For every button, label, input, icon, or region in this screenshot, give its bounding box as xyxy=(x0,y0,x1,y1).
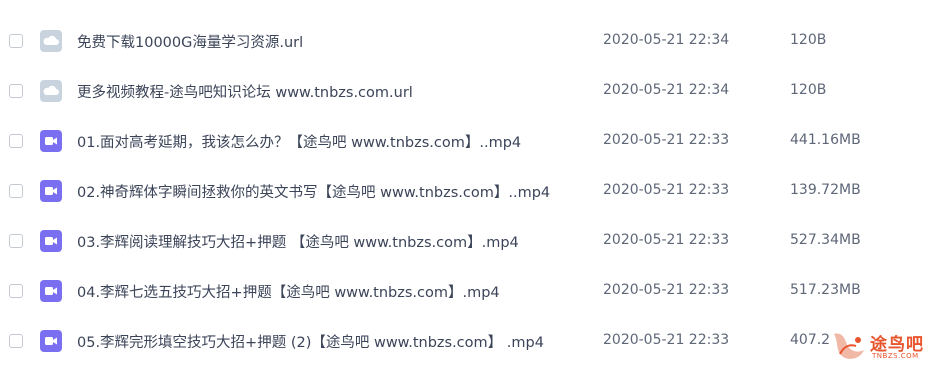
row-checkbox[interactable] xyxy=(9,134,23,148)
file-name[interactable]: 04.李辉七选五技巧大招+押题【途鸟吧 www.tnbzs.com】.mp4 xyxy=(77,281,500,302)
file-date: 2020-05-21 22:34 xyxy=(603,82,730,98)
row-checkbox[interactable] xyxy=(9,34,23,48)
file-size: 527.34MB xyxy=(790,232,861,248)
file-size: 441.16MB xyxy=(790,132,861,148)
list-item[interactable]: 01.面对高考延期，我该怎么办？【途鸟吧 www.tnbzs.com】..mp4… xyxy=(0,116,934,166)
row-checkbox[interactable] xyxy=(9,334,23,348)
file-name[interactable]: 05.李辉完形填空技巧大招+押题 (2)【途鸟吧 www.tnbzs.com】 … xyxy=(77,331,544,352)
row-checkbox[interactable] xyxy=(9,234,23,248)
watermark-subtext: TNBZS.COM xyxy=(872,352,919,360)
file-date: 2020-05-21 22:33 xyxy=(603,282,730,298)
list-item[interactable]: 04.李辉七选五技巧大招+押题【途鸟吧 www.tnbzs.com】.mp4 2… xyxy=(0,266,934,316)
file-name[interactable]: 03.李辉阅读理解技巧大招+押题 【途鸟吧 www.tnbzs.com】.mp4 xyxy=(77,231,519,252)
file-name[interactable]: 01.面对高考延期，我该怎么办？【途鸟吧 www.tnbzs.com】..mp4 xyxy=(77,131,521,152)
video-file-icon xyxy=(40,280,62,302)
file-size: 120B xyxy=(790,82,827,98)
list-item[interactable]: 免费下载10000G海量学习资源.url 2020-05-21 22:34 12… xyxy=(0,16,934,66)
row-checkbox[interactable] xyxy=(9,184,23,198)
cloud-file-icon xyxy=(40,30,62,52)
file-date: 2020-05-21 22:33 xyxy=(603,182,730,198)
video-file-icon xyxy=(40,230,62,252)
file-size: 407.2 xyxy=(790,332,831,348)
file-date: 2020-05-21 22:34 xyxy=(603,32,730,48)
video-file-icon xyxy=(40,330,62,352)
list-item[interactable]: 更多视频教程-途鸟吧知识论坛 www.tnbzs.com.url 2020-05… xyxy=(0,66,934,116)
video-file-icon xyxy=(40,130,62,152)
row-checkbox[interactable] xyxy=(9,84,23,98)
list-item[interactable]: 02.神奇辉体字瞬间拯救你的英文书写【途鸟吧 www.tnbzs.com】..m… xyxy=(0,166,934,216)
watermark-logo: 途鸟吧 TNBZS.COM xyxy=(830,328,930,368)
file-name[interactable]: 更多视频教程-途鸟吧知识论坛 www.tnbzs.com.url xyxy=(77,81,413,102)
file-size: 139.72MB xyxy=(790,182,861,198)
bird-logo-icon xyxy=(834,333,864,359)
video-file-icon xyxy=(40,180,62,202)
list-item[interactable]: 05.李辉完形填空技巧大招+押题 (2)【途鸟吧 www.tnbzs.com】 … xyxy=(0,316,934,366)
file-date: 2020-05-21 22:33 xyxy=(603,232,730,248)
file-date: 2020-05-21 22:33 xyxy=(603,332,730,348)
file-size: 120B xyxy=(790,32,827,48)
cloud-file-icon xyxy=(40,80,62,102)
file-size: 517.23MB xyxy=(790,282,861,298)
file-name[interactable]: 02.神奇辉体字瞬间拯救你的英文书写【途鸟吧 www.tnbzs.com】..m… xyxy=(77,181,550,202)
row-checkbox[interactable] xyxy=(9,284,23,298)
file-date: 2020-05-21 22:33 xyxy=(603,132,730,148)
file-name[interactable]: 免费下载10000G海量学习资源.url xyxy=(77,31,303,52)
list-item[interactable]: 03.李辉阅读理解技巧大招+押题 【途鸟吧 www.tnbzs.com】.mp4… xyxy=(0,216,934,266)
